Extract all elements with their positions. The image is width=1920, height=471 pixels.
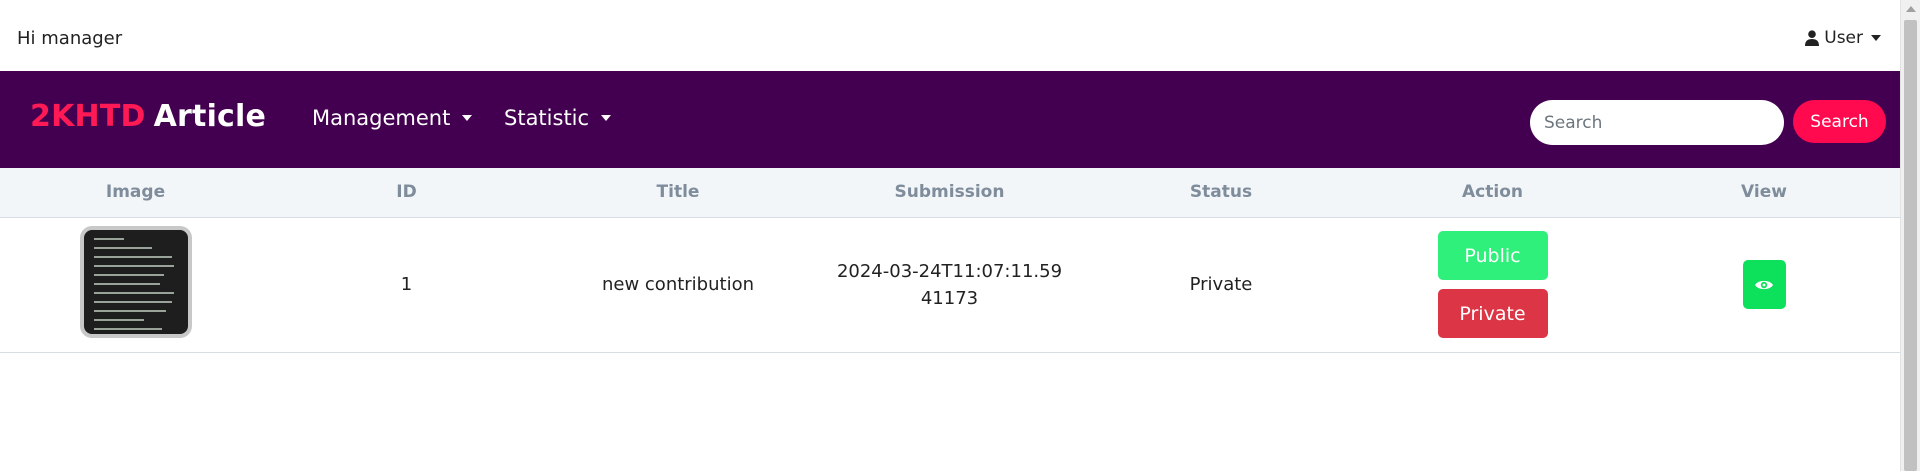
table-header-row: Image ID Title Submission Status Action … — [0, 168, 1900, 217]
make-public-button[interactable]: Public — [1437, 231, 1548, 280]
view-button[interactable] — [1742, 260, 1786, 309]
submission-datetime: 2024-03-24T11:07:11.5941173 — [836, 260, 1063, 309]
scroll-up-arrow-icon[interactable] — [1906, 6, 1916, 12]
cell-action: Public Private — [1357, 217, 1628, 352]
top-bar: Hi manager User — [0, 0, 1900, 71]
cell-submission: 2024-03-24T11:07:11.5941173 — [814, 217, 1085, 352]
user-icon — [1805, 30, 1820, 46]
article-thumbnail — [79, 226, 192, 338]
brand-accent-text: 2KHTD — [30, 99, 146, 134]
chevron-down-icon — [462, 115, 473, 121]
cell-title: new contribution — [601, 274, 754, 295]
column-header-image: Image — [105, 182, 166, 203]
column-header-submission: Submission — [894, 182, 1005, 203]
user-menu-dropdown[interactable]: User — [1805, 28, 1881, 48]
articles-table: Image ID Title Submission Status Action … — [0, 168, 1900, 353]
nav-statistic-dropdown[interactable]: Statistic — [504, 106, 612, 130]
brand-logo[interactable]: 2KHTD Article — [30, 99, 266, 134]
vertical-scrollbar[interactable] — [1900, 0, 1920, 471]
nav-management-label: Management — [312, 106, 451, 130]
chevron-down-icon — [1871, 35, 1881, 41]
brand-rest-text: Article — [153, 99, 267, 134]
user-menu-label: User — [1824, 28, 1863, 48]
cell-status: Private — [1189, 274, 1253, 295]
search-input[interactable] — [1530, 100, 1784, 145]
cell-id: 1 — [400, 274, 413, 295]
cell-image — [0, 217, 271, 352]
search-button[interactable]: Search — [1793, 100, 1886, 143]
column-header-title: Title — [656, 182, 700, 203]
eye-icon — [1755, 280, 1773, 289]
column-header-status: Status — [1189, 182, 1253, 203]
greeting-text: Hi manager — [17, 28, 123, 49]
column-header-view: View — [1741, 182, 1787, 203]
column-header-action: Action — [1462, 182, 1523, 203]
chevron-down-icon — [601, 115, 612, 121]
make-private-button[interactable]: Private — [1437, 289, 1548, 338]
nav-management-dropdown[interactable]: Management — [312, 106, 473, 130]
table-row: 1 new contribution 2024-03-24T11:07:11.5… — [0, 217, 1900, 352]
scrollbar-thumb[interactable] — [1904, 20, 1917, 471]
column-header-id: ID — [396, 182, 417, 203]
cell-view — [1628, 217, 1900, 352]
nav-statistic-label: Statistic — [504, 106, 590, 130]
main-navbar: 2KHTD Article Management Statistic Search — [0, 71, 1900, 168]
